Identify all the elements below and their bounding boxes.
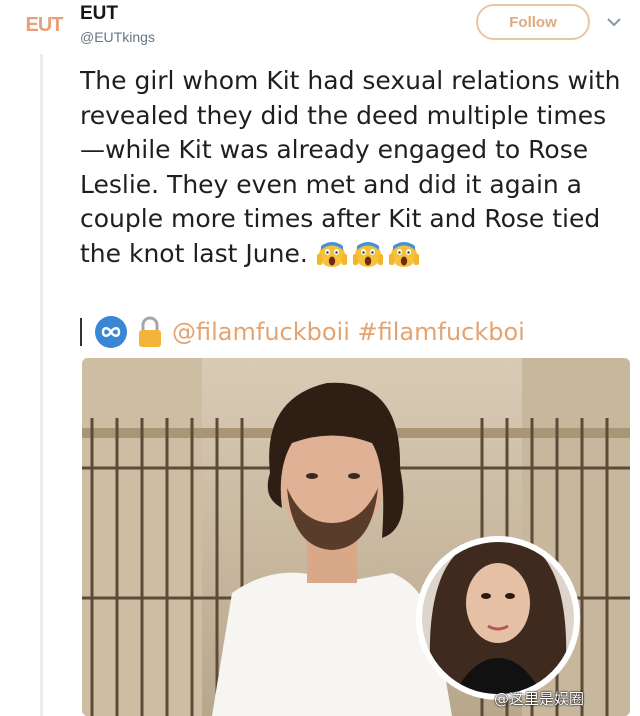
follow-button[interactable]: Follow bbox=[476, 4, 590, 40]
user-handle[interactable]: @EUTkings bbox=[80, 29, 155, 45]
thread-line bbox=[40, 54, 43, 716]
screaming-face-icon bbox=[316, 241, 347, 267]
emoji-group bbox=[314, 237, 422, 272]
media-watermark: @这里是娱圈 bbox=[494, 690, 585, 708]
lock-icon bbox=[139, 316, 161, 347]
separator-bar bbox=[80, 318, 82, 346]
media-photo bbox=[82, 358, 630, 716]
link-text[interactable]: @filamfuckboii #filamfuckboi bbox=[172, 318, 525, 346]
avatar[interactable]: EUT bbox=[22, 10, 66, 40]
tweet-media[interactable] bbox=[82, 358, 630, 716]
display-name[interactable]: EUT bbox=[80, 3, 155, 25]
infinity-icon bbox=[95, 316, 127, 348]
screaming-face-icon bbox=[388, 241, 419, 267]
tweet-text: The girl whom Kit had sexual relations w… bbox=[80, 64, 625, 271]
chevron-down-icon[interactable] bbox=[604, 12, 624, 32]
link-line: @filamfuckboii #filamfuckboi bbox=[80, 312, 525, 352]
screaming-face-icon bbox=[352, 241, 383, 267]
user-info: EUT @EUTkings bbox=[80, 3, 155, 45]
